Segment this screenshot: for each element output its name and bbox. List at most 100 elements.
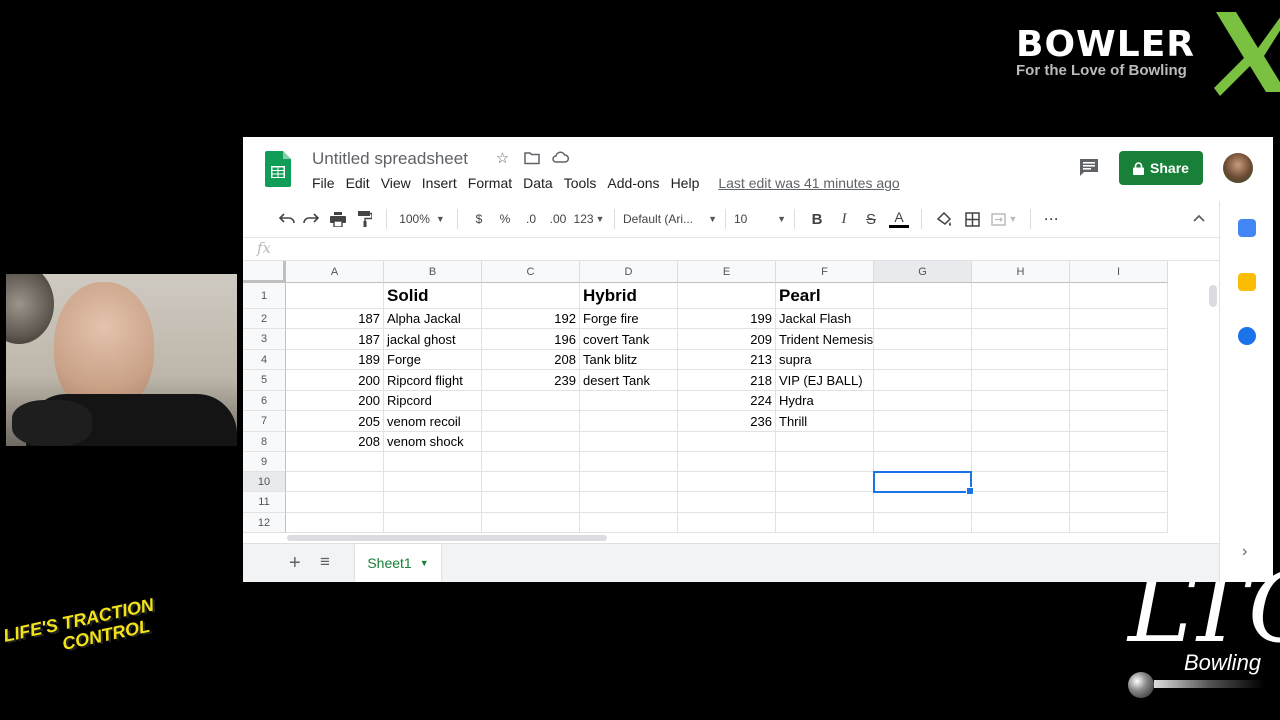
cell-c11[interactable] [482, 492, 580, 513]
cell-h1[interactable] [972, 283, 1070, 309]
cell-f6[interactable]: Hydra [776, 391, 874, 411]
share-button[interactable]: Share [1119, 151, 1203, 185]
cell-h2[interactable] [972, 309, 1070, 329]
cell-f9[interactable] [776, 452, 874, 472]
cell-f10[interactable] [776, 472, 874, 492]
cell-g8[interactable] [874, 432, 972, 452]
cell-d3[interactable]: covert Tank [580, 329, 678, 350]
cell-c9[interactable] [482, 452, 580, 472]
last-edit-link[interactable]: Last edit was 41 minutes ago [718, 175, 899, 191]
text-color-button[interactable]: A [885, 205, 913, 233]
column-header-b[interactable]: B [384, 261, 482, 283]
cell-g3[interactable] [874, 329, 972, 350]
cell-i12[interactable] [1070, 513, 1168, 533]
column-header-d[interactable]: D [580, 261, 678, 283]
add-sheet-icon[interactable]: + [289, 552, 301, 575]
row-header-11[interactable]: 11 [243, 492, 286, 513]
cell-e4[interactable]: 213 [678, 350, 776, 370]
cloud-status-icon[interactable] [552, 150, 570, 167]
keep-icon[interactable] [1238, 273, 1256, 291]
row-header-2[interactable]: 2 [243, 309, 286, 329]
cell-a11[interactable] [286, 492, 384, 513]
cell-c2[interactable]: 192 [482, 309, 580, 329]
cell-d1[interactable]: Hybrid [580, 283, 678, 309]
cell-i7[interactable] [1070, 411, 1168, 432]
cell-e9[interactable] [678, 452, 776, 472]
cell-e1[interactable] [678, 283, 776, 309]
cell-a5[interactable]: 200 [286, 370, 384, 391]
cell-b10[interactable] [384, 472, 482, 492]
cell-g9[interactable] [874, 452, 972, 472]
cell-b6[interactable]: Ripcord [384, 391, 482, 411]
cell-b7[interactable]: venom recoil [384, 411, 482, 432]
cell-a10[interactable] [286, 472, 384, 492]
cell-h12[interactable] [972, 513, 1070, 533]
cell-i6[interactable] [1070, 391, 1168, 411]
menu-help[interactable]: Help [671, 175, 700, 191]
cell-b3[interactable]: jackal ghost [384, 329, 482, 350]
collapse-menus-icon[interactable] [1193, 209, 1205, 225]
calendar-icon[interactable] [1238, 219, 1256, 237]
cell-i5[interactable] [1070, 370, 1168, 391]
select-all-corner[interactable] [243, 261, 286, 283]
cell-a6[interactable]: 200 [286, 391, 384, 411]
cell-d9[interactable] [580, 452, 678, 472]
star-icon[interactable]: ☆ [494, 150, 511, 167]
cell-d6[interactable] [580, 391, 678, 411]
avatar[interactable] [1223, 153, 1253, 183]
doc-title[interactable]: Untitled spreadsheet [312, 149, 468, 169]
cell-b4[interactable]: Forge [384, 350, 482, 370]
row-header-4[interactable]: 4 [243, 350, 286, 370]
menu-data[interactable]: Data [523, 175, 553, 191]
all-sheets-icon[interactable]: ≡ [320, 552, 330, 572]
cell-f5[interactable]: VIP (EJ BALL) [776, 370, 874, 391]
cell-i4[interactable] [1070, 350, 1168, 370]
cell-a1[interactable] [286, 283, 384, 309]
font-size-select[interactable]: 10 ▼ [734, 205, 786, 233]
cell-e12[interactable] [678, 513, 776, 533]
cell-d10[interactable] [580, 472, 678, 492]
cell-f12[interactable] [776, 513, 874, 533]
menu-edit[interactable]: Edit [346, 175, 370, 191]
bold-button[interactable]: B [803, 205, 831, 233]
cell-h9[interactable] [972, 452, 1070, 472]
cell-i8[interactable] [1070, 432, 1168, 452]
cell-d7[interactable] [580, 411, 678, 432]
menu-format[interactable]: Format [468, 175, 512, 191]
strikethrough-button[interactable]: S [857, 205, 885, 233]
formula-bar[interactable]: fx [243, 238, 1219, 261]
cell-h10[interactable] [972, 472, 1070, 492]
cell-d8[interactable] [580, 432, 678, 452]
cell-h6[interactable] [972, 391, 1070, 411]
cell-e3[interactable]: 209 [678, 329, 776, 350]
cell-f11[interactable] [776, 492, 874, 513]
cell-g4[interactable] [874, 350, 972, 370]
cell-b5[interactable]: Ripcord flight [384, 370, 482, 391]
cell-h8[interactable] [972, 432, 1070, 452]
font-select[interactable]: Default (Ari... ▼ [623, 205, 717, 233]
cell-i2[interactable] [1070, 309, 1168, 329]
cell-c7[interactable] [482, 411, 580, 432]
cell-h7[interactable] [972, 411, 1070, 432]
expand-side-panel-icon[interactable]: › [1242, 543, 1247, 561]
horizontal-scrollbar[interactable] [287, 535, 607, 541]
cell-c1[interactable] [482, 283, 580, 309]
cell-f8[interactable] [776, 432, 874, 452]
cell-e10[interactable] [678, 472, 776, 492]
percent-format-button[interactable]: % [492, 205, 518, 233]
cell-e2[interactable]: 199 [678, 309, 776, 329]
currency-format-button[interactable]: $ [466, 205, 492, 233]
borders-icon[interactable] [958, 205, 986, 233]
row-header-7[interactable]: 7 [243, 411, 286, 432]
cell-i1[interactable] [1070, 283, 1168, 309]
row-header-6[interactable]: 6 [243, 391, 286, 411]
comments-icon[interactable] [1079, 158, 1099, 176]
cell-a12[interactable] [286, 513, 384, 533]
column-header-c[interactable]: C [482, 261, 580, 283]
cell-f3[interactable]: Trident Nemesis [776, 329, 874, 350]
move-folder-icon[interactable] [523, 150, 540, 167]
more-options-icon[interactable]: ··· [1039, 205, 1065, 233]
cell-b8[interactable]: venom shock [384, 432, 482, 452]
zoom-select[interactable]: 100% ▼ [395, 205, 449, 233]
cell-b11[interactable] [384, 492, 482, 513]
